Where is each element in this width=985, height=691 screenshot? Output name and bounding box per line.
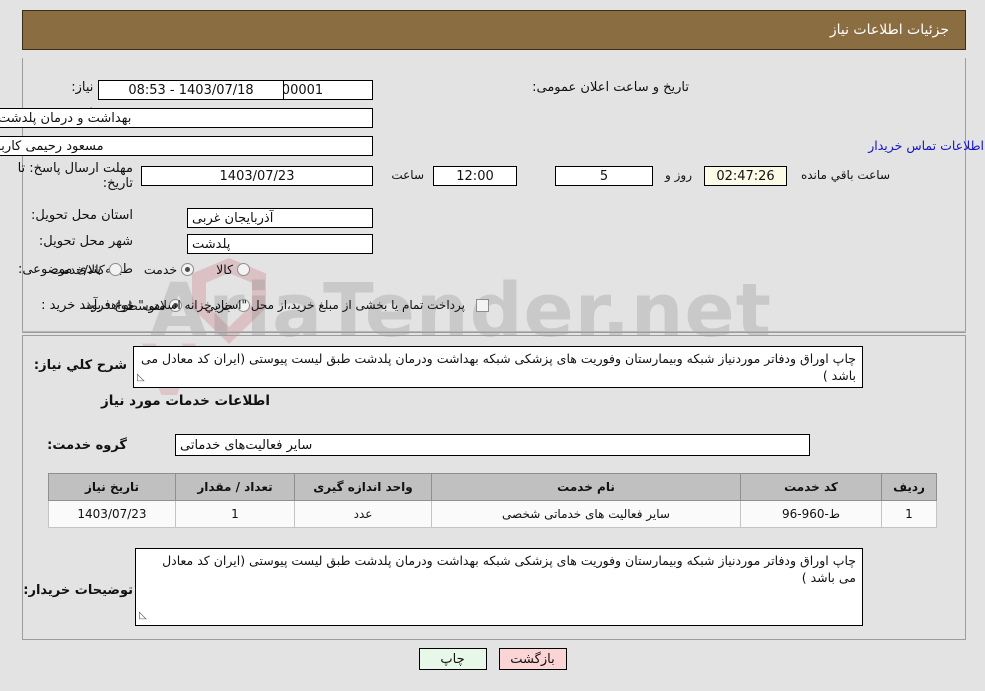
col-date: تاریخ نیاز	[48, 473, 176, 501]
radio-category-kala-khedmat[interactable]	[108, 263, 122, 276]
table-row: 1 ط-960-96 سایر فعالیت های خدماتی شخصی ع…	[48, 500, 937, 528]
days-label: روز و	[665, 168, 692, 182]
buyer-notes-textarea[interactable]: چاپ اوراق ودفاتر موردنیاز شبکه وبیمارستا…	[135, 548, 863, 626]
buyer-notes-label: توضیحات خریدار:	[23, 583, 133, 598]
radio-category-kala[interactable]	[237, 263, 250, 276]
public-announce-label-wrap: تاریخ و ساعت اعلان عمومی:	[532, 80, 689, 95]
public-announce-field[interactable]: 1403/07/18 - 08:53	[98, 80, 284, 100]
resize-grip-icon[interactable]: ◺	[137, 369, 145, 386]
service-group-label: گروه خدمت:	[47, 438, 127, 453]
col-name: نام خدمت	[431, 473, 741, 501]
page-title: جزئیات اطلاعات نیاز	[829, 22, 949, 38]
radio-category-khedmat[interactable]	[181, 263, 195, 276]
city-label: شهر محل تحویل:	[38, 234, 133, 249]
city-field[interactable]: پلدشت	[187, 234, 373, 254]
province-label-wrap: استان محل تحویل:	[31, 208, 133, 223]
description-text: چاپ اوراق ودفاتر موردنیاز شبکه وبیمارستا…	[140, 351, 856, 383]
col-radif: ردیف	[881, 473, 937, 501]
deadline-date-field[interactable]: 1403/07/23	[141, 166, 373, 186]
services-table: ردیف کد خدمت نام خدمت واحد اندازه گیری ت…	[48, 473, 937, 528]
radio-category-kala-khedmat-label: کالا/خدمت	[50, 262, 105, 277]
resize-grip-icon-2[interactable]: ◺	[139, 607, 147, 624]
description-label: شرح کلي نیاز:	[33, 358, 127, 373]
panel-divider	[22, 331, 966, 332]
radio-category-kala-label: کالا	[216, 262, 233, 277]
cell-name: سایر فعالیت های خدماتی شخصی	[431, 500, 741, 528]
cell-unit: عدد	[294, 500, 432, 528]
cell-date: 1403/07/23	[48, 500, 176, 528]
col-code: کد خدمت	[740, 473, 882, 501]
cell-code: ط-960-96	[740, 500, 882, 528]
description-textarea[interactable]: چاپ اوراق ودفاتر موردنیاز شبکه وبیمارستا…	[133, 346, 863, 388]
cell-radif: 1	[881, 500, 937, 528]
col-qty: تعداد / مقدار	[175, 473, 295, 501]
treasury-checkbox[interactable]	[476, 298, 489, 312]
deadline-time-field[interactable]: 12:00	[433, 166, 517, 186]
col-unit: واحد اندازه گیری	[294, 473, 432, 501]
remaining-days-field[interactable]: 5	[555, 166, 653, 186]
countdown-label: ساعت باقي مانده	[800, 168, 890, 182]
print-button[interactable]: چاپ	[418, 648, 487, 670]
province-field[interactable]: آذربایجان غربی	[187, 208, 373, 228]
buyer-org-field[interactable]: بهداشت و درمان پلدشت	[0, 108, 373, 128]
treasury-checkbox-label: پرداخت تمام یا بخشی از مبلغ خرید،از محل …	[82, 298, 465, 312]
category-radio-group[interactable]: کالا خدمت کالا/خدمت	[50, 262, 250, 277]
treasury-checkbox-row[interactable]: پرداخت تمام یا بخشی از مبلغ خرید،از محل …	[77, 298, 489, 312]
back-button[interactable]: بازگشت	[498, 648, 567, 670]
table-header-row: ردیف کد خدمت نام خدمت واحد اندازه گیری ت…	[48, 473, 937, 501]
services-section-title: اطلاعات خدمات مورد نیاز	[100, 393, 270, 409]
buyer-notes-text: چاپ اوراق ودفاتر موردنیاز شبکه وبیمارستا…	[162, 553, 856, 585]
buyer-contact-link[interactable]: اطلاعات تماس خریدار	[868, 138, 984, 153]
radio-category-khedmat-label: خدمت	[143, 262, 178, 277]
public-announce-label: تاریخ و ساعت اعلان عمومی:	[532, 80, 689, 95]
province-label: استان محل تحویل:	[31, 208, 133, 223]
button-bar: بازگشت چاپ	[0, 648, 985, 670]
city-label-wrap: شهر محل تحویل:	[39, 234, 133, 249]
countdown-field: 02:47:26	[704, 166, 787, 186]
hour-label: ساعت	[391, 168, 424, 182]
deadline-label: مهلت ارسال پاسخ: تا تاریخ:	[17, 161, 133, 191]
cell-qty: 1	[175, 500, 295, 528]
services-table-wrap: ردیف کد خدمت نام خدمت واحد اندازه گیری ت…	[48, 473, 937, 528]
window-title-bar: جزئیات اطلاعات نیاز	[22, 10, 966, 50]
service-group-field[interactable]: سایر فعالیت‌های خدماتی	[175, 434, 810, 456]
deadline-label-wrap: مهلت ارسال پاسخ: تا تاریخ:	[13, 161, 133, 191]
